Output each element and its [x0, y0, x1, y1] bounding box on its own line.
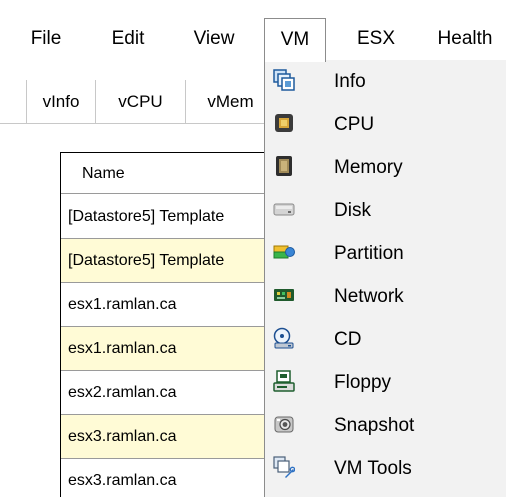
vm-menu-info-label: Info [334, 71, 366, 92]
vm-menu-vm-tools-label: VM Tools [334, 458, 412, 479]
disk-icon [273, 198, 295, 220]
vm-menu-disk-label: Disk [334, 200, 371, 221]
table-row[interactable]: esx1.ramlan.ca [61, 327, 280, 371]
vm-menu-cpu-label: CPU [334, 114, 375, 135]
vm-menu-cd[interactable]: CD [265, 318, 506, 361]
table-row[interactable]: esx3.ramlan.ca [61, 415, 280, 459]
info-icon [273, 69, 295, 91]
table-row[interactable]: esx2.ramlan.ca [61, 371, 280, 415]
snapshot-icon [273, 413, 295, 435]
menu-bar: File Edit View VM ESX Health [0, 0, 506, 62]
vm-menu-floppy-label: Floppy [334, 372, 392, 393]
table-row[interactable]: esx3.ramlan.ca [61, 459, 280, 497]
table-row[interactable]: [Datastore5] Template [61, 195, 280, 239]
vm-menu-snapshot-label: Snapshot [334, 415, 415, 436]
menu-file[interactable]: File [24, 22, 68, 60]
tab-vmem[interactable]: vMem [186, 80, 276, 124]
vm-menu-info[interactable]: Info [265, 60, 506, 103]
vm-menu-cd-label: CD [334, 329, 362, 350]
table-row[interactable]: esx1.ramlan.ca [61, 283, 280, 327]
vm-menu-partition-label: Partition [334, 243, 404, 264]
floppy-icon [273, 370, 295, 392]
cpu-icon [273, 112, 295, 134]
vm-menu-floppy[interactable]: Floppy [265, 361, 506, 404]
vm-menu-partition[interactable]: Partition [265, 232, 506, 275]
vm-tools-icon [273, 456, 296, 478]
vm-menu-snapshot[interactable]: Snapshot [265, 404, 506, 447]
column-header-name[interactable]: Name [61, 153, 280, 194]
vm-menu-memory[interactable]: Memory [265, 146, 506, 189]
vm-table: Name [Datastore5] Template [Datastore5] … [60, 152, 280, 497]
table-row[interactable]: [Datastore5] Template [61, 239, 280, 283]
menu-view[interactable]: View [186, 22, 242, 60]
vm-dropdown-menu: Info CPU Memory Disk Partition Network C… [264, 60, 506, 497]
cd-icon [273, 327, 295, 349]
memory-icon [273, 155, 295, 177]
tab-vcpu[interactable]: vCPU [96, 80, 186, 124]
menu-edit[interactable]: Edit [104, 22, 152, 60]
network-icon [273, 284, 295, 306]
menu-health[interactable]: Health [424, 22, 506, 60]
vm-menu-network[interactable]: Network [265, 275, 506, 318]
vm-menu-vm-tools[interactable]: VM Tools [265, 447, 506, 490]
vm-menu-disk[interactable]: Disk [265, 189, 506, 232]
partition-icon [273, 241, 295, 263]
vm-menu-network-label: Network [334, 286, 404, 307]
tab-vinfo[interactable]: vInfo [26, 80, 96, 124]
vm-menu-cpu[interactable]: CPU [265, 103, 506, 146]
vm-menu-memory-label: Memory [334, 157, 403, 178]
menu-vm[interactable]: VM [264, 18, 326, 62]
menu-esx[interactable]: ESX [346, 22, 406, 60]
